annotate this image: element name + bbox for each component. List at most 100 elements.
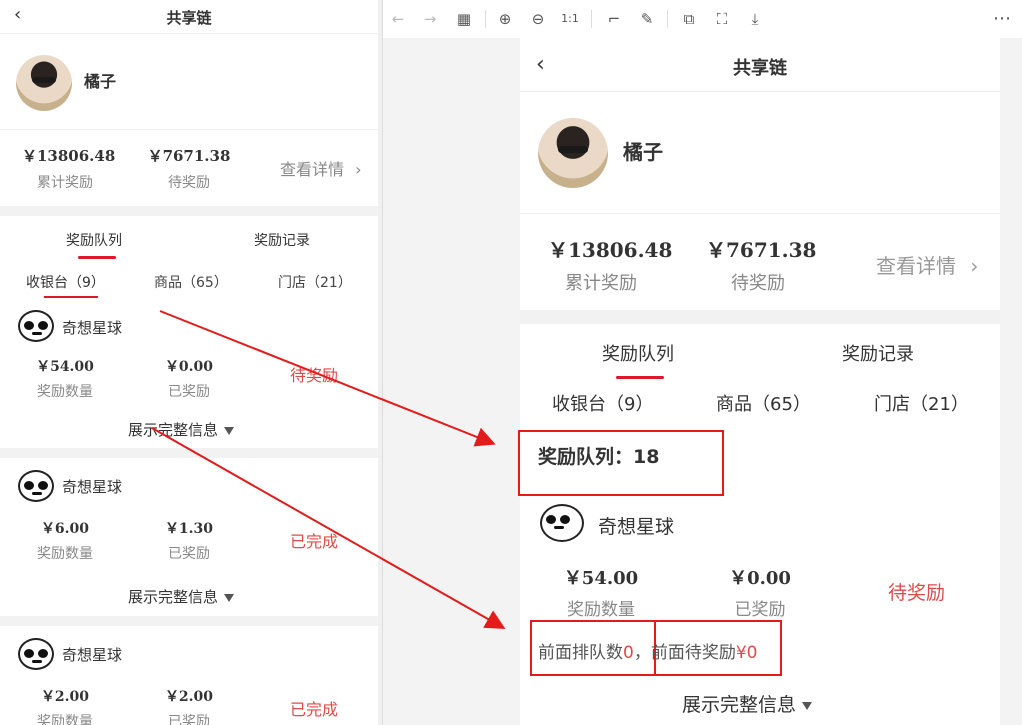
- expand-info-button[interactable]: 展示完整信息: [682, 690, 813, 717]
- rewarded-value: ￥1.30: [164, 521, 214, 537]
- rewarded-label: 已奖励: [168, 384, 210, 400]
- reward-amount-label: 奖励数量: [37, 384, 93, 400]
- reward-card: 奇想星球 ￥6.00 奖励数量 ￥1.30 已奖励 已完成 展示完整信息: [0, 458, 378, 616]
- viewer-canvas: ‹ 共享链 橘子 ￥13806.48 累计奖励 ￥7671.38 待奖励 查看详…: [383, 38, 1022, 725]
- caret-down-icon: [224, 593, 235, 602]
- rewarded-value: ￥2.00: [164, 689, 214, 705]
- reward-amount-value: ￥6.00: [40, 521, 90, 537]
- store-name: 奇想星球: [598, 516, 675, 538]
- subtab-cashier[interactable]: 收银台（9）: [552, 390, 653, 416]
- reward-amount: ￥54.00 奖励数量: [30, 356, 100, 401]
- reward-card: 奇想星球 ￥2.00 奖励数量 ￥2.00 已奖励 已完成: [0, 626, 378, 725]
- subtab-bar: 收银台（9） 商品（65） 门店（21）: [520, 382, 1000, 424]
- status-badge: 已完成: [290, 700, 339, 719]
- status-badge: 待奖励: [290, 366, 339, 385]
- subtab-stores[interactable]: 门店（21）: [278, 272, 352, 292]
- zoom-out-icon[interactable]: ⊖: [529, 10, 547, 28]
- stats-section: ￥13806.48 累计奖励 ￥7671.38 待奖励 查看详情 ›: [0, 130, 378, 206]
- subtab-products[interactable]: 商品（65）: [716, 390, 811, 416]
- subtab-cashier[interactable]: 收银台（9）: [26, 272, 105, 292]
- profile-section: 橘子: [520, 92, 1000, 214]
- tab-reward-queue[interactable]: 奖励队列: [602, 340, 674, 366]
- active-subtab-indicator: [44, 296, 98, 298]
- rewarded-amount: ￥0.00 已奖励: [158, 356, 220, 401]
- total-reward-value: ￥13806.48: [22, 147, 116, 165]
- pending-reward-value: ￥7671.38: [706, 238, 817, 262]
- store-name: 奇想星球: [62, 646, 123, 664]
- rewarded-label: 已奖励: [168, 546, 210, 562]
- active-tab-indicator: [616, 376, 664, 379]
- back-arrow-icon[interactable]: ←: [389, 10, 407, 28]
- app-header: ‹ 共享链: [0, 0, 378, 34]
- caret-down-icon: [224, 426, 235, 435]
- chevron-right-icon: ›: [970, 254, 979, 278]
- fullscreen-icon[interactable]: ⛶: [713, 10, 731, 28]
- caret-down-icon: [802, 701, 813, 710]
- rewarded-amount: ￥0.00 已奖励: [726, 564, 794, 620]
- page-title: 共享链: [733, 58, 787, 79]
- view-detail-label: 查看详情: [280, 160, 345, 179]
- profile-name: 橘子: [84, 72, 117, 91]
- status-badge: 已完成: [290, 532, 339, 551]
- store-logo-icon: [540, 504, 584, 542]
- queue-ahead-separator: ，: [633, 643, 651, 663]
- crop-icon[interactable]: ⌐: [605, 10, 623, 28]
- chevron-right-icon: ›: [355, 160, 362, 179]
- avatar: [538, 118, 608, 188]
- grid-icon[interactable]: ▦: [455, 10, 473, 28]
- total-reward-label: 累计奖励: [565, 273, 637, 294]
- view-detail-link[interactable]: 查看详情 ›: [280, 156, 362, 180]
- total-reward-stat: ￥13806.48 累计奖励: [548, 234, 673, 295]
- reward-amount-label: 奖励数量: [37, 714, 93, 725]
- expand-info-button[interactable]: 展示完整信息: [128, 419, 235, 440]
- subtab-products[interactable]: 商品（65）: [154, 272, 228, 292]
- image-viewer: ← → ▦ ⊕ ⊖ 1:1 ⌐ ✎ ⧉ ⛶ ⤓ ⋯ ‹ 共享链 橘子 ￥1380…: [382, 0, 1022, 725]
- rewarded-amount: ￥1.30 已奖励: [158, 518, 220, 563]
- reward-amount: ￥54.00 奖励数量: [560, 564, 642, 620]
- reward-amount-value: ￥2.00: [40, 689, 90, 705]
- pending-reward-label: 待奖励: [731, 273, 785, 294]
- queue-ahead-label: 前面排队数: [538, 643, 623, 663]
- status-badge: 待奖励: [888, 582, 946, 604]
- forward-arrow-icon[interactable]: →: [421, 10, 439, 28]
- stats-section: ￥13806.48 累计奖励 ￥7671.38 待奖励 查看详情 ›: [520, 214, 1000, 310]
- total-reward-stat: ￥13806.48 累计奖励: [22, 145, 116, 192]
- store-name: 奇想星球: [62, 478, 123, 496]
- actual-size-icon[interactable]: 1:1: [561, 10, 579, 28]
- annotated-image: ‹ 共享链 橘子 ￥13806.48 累计奖励 ￥7671.38 待奖励 查看详…: [518, 38, 1000, 725]
- queue-ahead-reward-value: ¥0: [735, 643, 758, 663]
- rewarded-label: 已奖励: [734, 600, 786, 620]
- queue-ahead-reward-label: 前面待奖励: [650, 643, 736, 663]
- reward-card: 奇想星球 ￥54.00 奖励数量 ￥0.00 已奖励 待奖励 展示完整信息: [0, 300, 378, 448]
- tab-reward-records[interactable]: 奖励记录: [842, 340, 914, 366]
- expand-info-label: 展示完整信息: [128, 421, 219, 439]
- expand-info-label: 展示完整信息: [128, 588, 219, 606]
- subtab-bar: 收银台（9） 商品（65） 门店（21）: [0, 266, 378, 300]
- subtab-stores[interactable]: 门店（21）: [874, 390, 969, 416]
- viewer-toolbar: ← → ▦ ⊕ ⊖ 1:1 ⌐ ✎ ⧉ ⛶ ⤓ ⋯: [383, 0, 1022, 38]
- view-detail-link[interactable]: 查看详情 ›: [876, 250, 978, 279]
- annotation-box: [518, 430, 724, 496]
- expand-info-button[interactable]: 展示完整信息: [128, 586, 235, 607]
- pending-reward-label: 待奖励: [168, 175, 210, 191]
- edit-icon[interactable]: ✎: [638, 10, 656, 28]
- store-logo-icon: [18, 638, 54, 670]
- tab-reward-records[interactable]: 奖励记录: [254, 230, 310, 250]
- copy-icon[interactable]: ⧉: [680, 10, 698, 28]
- app-header: ‹ 共享链: [520, 38, 1000, 92]
- rewarded-amount: ￥2.00 已奖励: [158, 686, 220, 725]
- store-logo-icon: [18, 470, 54, 502]
- zoom-in-icon[interactable]: ⊕: [496, 10, 514, 28]
- reward-card: 奖励队列：18 奇想星球 ￥54.00 奖励数量 ￥0.00 已奖励 待奖励 前…: [518, 424, 1000, 725]
- queue-ahead-info: 前面排队数0，前面待奖励¥0: [538, 638, 757, 663]
- pending-reward-stat: ￥7671.38 待奖励: [706, 234, 817, 295]
- tab-bar: 奖励队列 奖励记录: [0, 216, 378, 266]
- reward-amount-value: ￥54.00: [563, 568, 639, 589]
- rewarded-label: 已奖励: [168, 714, 210, 725]
- reward-amount-label: 奖励数量: [567, 600, 635, 620]
- pending-reward-value: ￥7671.38: [147, 147, 231, 165]
- download-icon[interactable]: ⤓: [746, 10, 764, 28]
- total-reward-value: ￥13806.48: [548, 238, 673, 262]
- more-icon[interactable]: ⋯: [993, 10, 1011, 28]
- tab-reward-queue[interactable]: 奖励队列: [66, 230, 122, 250]
